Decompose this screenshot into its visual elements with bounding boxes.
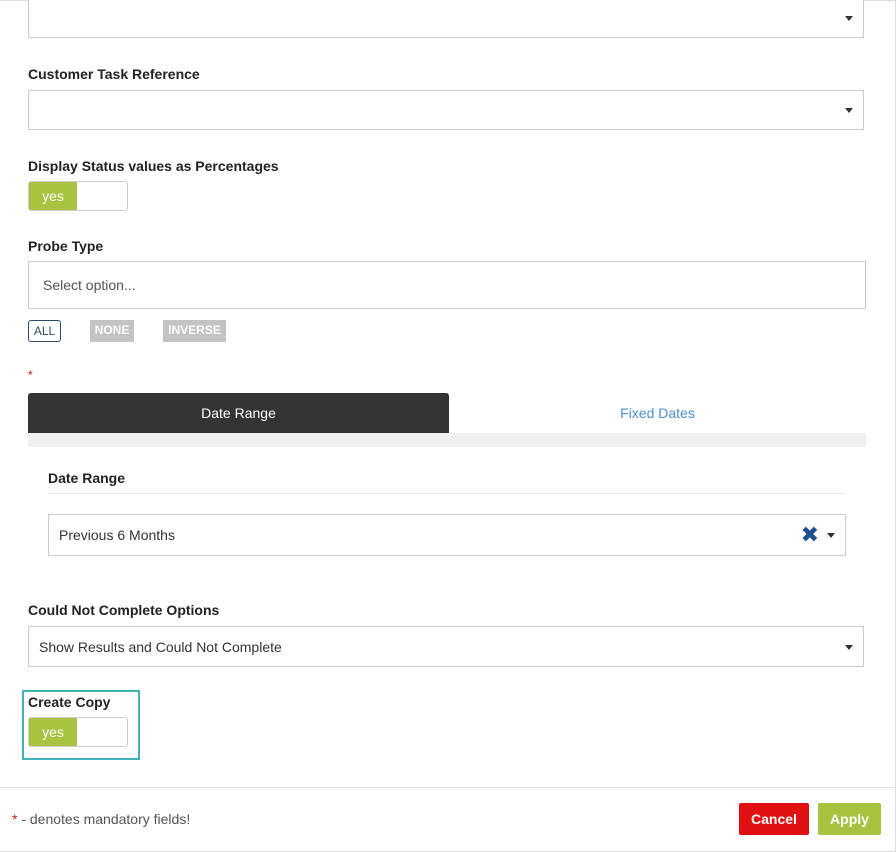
- tab-fixed-dates[interactable]: Fixed Dates: [449, 393, 866, 433]
- toggle-on-indicator: yes: [29, 182, 77, 210]
- customer-task-reference-select[interactable]: [28, 90, 864, 130]
- display-status-label: Display Status values as Percentages: [28, 158, 279, 174]
- customer-task-reference-label: Customer Task Reference: [28, 66, 200, 82]
- date-range-divider: [48, 493, 846, 494]
- probe-none-button[interactable]: NONE: [90, 320, 134, 342]
- create-copy-toggle[interactable]: yes: [28, 717, 128, 747]
- chevron-down-icon: [845, 16, 853, 21]
- cancel-button[interactable]: Cancel: [739, 803, 809, 835]
- apply-button[interactable]: Apply: [818, 803, 881, 835]
- create-copy-label: Create Copy: [28, 694, 111, 710]
- chevron-down-icon: [827, 533, 835, 538]
- date-range-select[interactable]: Previous 6 Months ✖: [48, 514, 846, 556]
- tab-date-range[interactable]: Date Range: [28, 393, 449, 433]
- could-not-complete-label: Could Not Complete Options: [28, 602, 220, 618]
- display-status-toggle[interactable]: yes: [28, 181, 128, 211]
- mandatory-note-text: - denotes mandatory fields!: [17, 811, 191, 827]
- date-range-value: Previous 6 Months: [59, 527, 175, 543]
- probe-all-button[interactable]: ALL: [28, 320, 61, 342]
- could-not-complete-value: Show Results and Could Not Complete: [39, 638, 282, 655]
- probe-type-label: Probe Type: [28, 238, 104, 254]
- tab-panel-strip: [28, 433, 866, 447]
- chevron-down-icon: [845, 108, 853, 113]
- footer-divider: [0, 787, 896, 788]
- mandatory-asterisk: *: [28, 368, 33, 382]
- probe-inverse-button[interactable]: INVERSE: [163, 320, 226, 342]
- could-not-complete-select[interactable]: Show Results and Could Not Complete: [28, 626, 864, 667]
- probe-type-input[interactable]: [41, 262, 845, 308]
- close-icon[interactable]: ✖: [801, 524, 819, 546]
- chevron-down-icon: [845, 644, 853, 650]
- top-select[interactable]: [28, 0, 864, 38]
- date-tabs: Date Range Fixed Dates: [28, 393, 866, 433]
- date-range-label: Date Range: [48, 470, 126, 486]
- toggle-on-indicator: yes: [29, 718, 77, 746]
- mandatory-note: * - denotes mandatory fields!: [12, 811, 190, 827]
- probe-type-select[interactable]: [28, 261, 866, 309]
